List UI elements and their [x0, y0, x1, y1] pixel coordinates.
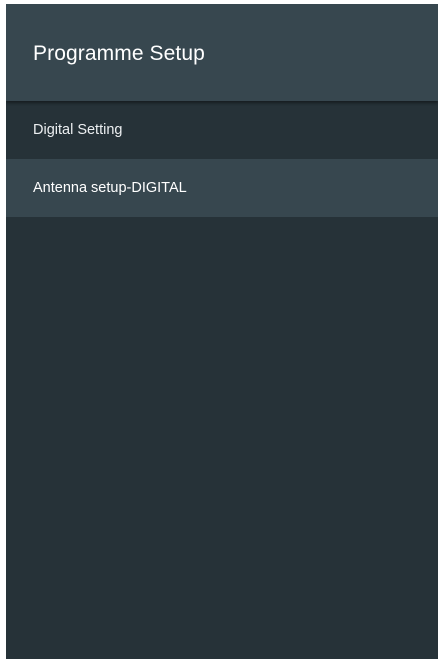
menu-item-digital-setting[interactable]: Digital Setting — [6, 101, 438, 159]
settings-menu: Digital Setting Antenna setup-DIGITAL — [6, 101, 438, 217]
menu-item-antenna-setup-digital[interactable]: Antenna setup-DIGITAL — [6, 159, 438, 217]
tv-settings-screen: Programme Setup Digital Setting Antenna … — [6, 4, 438, 659]
page-header: Programme Setup — [6, 4, 438, 101]
menu-item-label: Digital Setting — [33, 122, 123, 138]
menu-item-label: Antenna setup-DIGITAL — [33, 180, 187, 196]
page-title: Programme Setup — [33, 42, 205, 65]
